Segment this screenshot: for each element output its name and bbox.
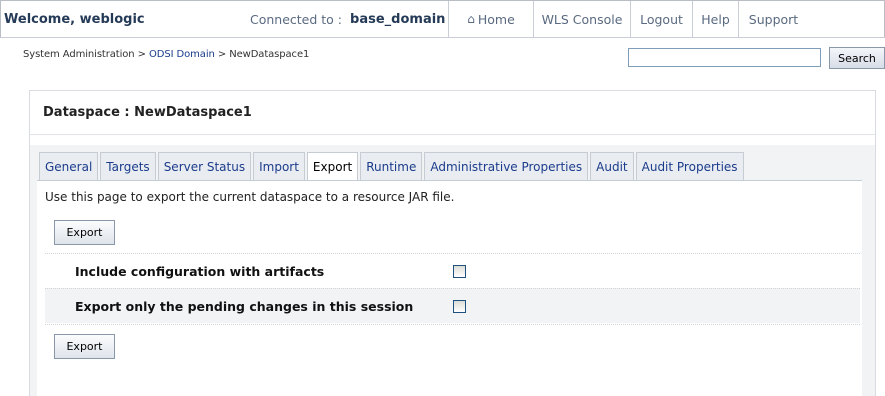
breadcrumb-current: NewDataspace1 (229, 49, 310, 60)
pending-changes-label: Export only the pending changes in this … (75, 298, 414, 314)
tab-targets[interactable]: Targets (100, 152, 156, 180)
dataspace-panel: Dataspace : NewDataspace1 General Target… (29, 90, 876, 396)
tab-audit[interactable]: Audit (590, 152, 634, 180)
tab-general[interactable]: General (39, 152, 99, 180)
option-divider (45, 324, 860, 325)
tab-import[interactable]: Import (253, 152, 305, 180)
breadcrumb-system-administration: System Administration (23, 49, 135, 60)
breadcrumb-separator: > (214, 49, 230, 60)
logout-label: Logout (640, 11, 683, 27)
include-configuration-label: Include configuration with artifacts (75, 263, 325, 279)
help-link[interactable]: Help (692, 1, 738, 37)
search-input[interactable] (628, 48, 821, 67)
tab-bar: General Targets Server Status Import Exp… (39, 152, 746, 181)
top-bar: Welcome, weblogic Connected to : base_do… (0, 0, 885, 38)
page-title: Dataspace : NewDataspace1 (30, 91, 875, 135)
tab-export[interactable]: Export (306, 152, 359, 181)
tab-audit-properties[interactable]: Audit Properties (635, 152, 744, 180)
tab-administrative-properties[interactable]: Administrative Properties (424, 152, 589, 180)
wls-console-label: WLS Console (541, 11, 623, 27)
breadcrumb: System Administration > ODSI Domain > Ne… (23, 49, 309, 60)
top-nav: ⌂ Home WLS Console Logout Help Support (448, 1, 808, 37)
domain-name: base_domain (350, 11, 446, 27)
option-row-include-configuration: Include configuration with artifacts (45, 253, 860, 288)
export-tab-content: Use this page to export the current data… (37, 180, 862, 396)
home-icon: ⌂ (467, 12, 475, 26)
logout-link[interactable]: Logout (630, 1, 692, 37)
include-configuration-checkbox[interactable] (453, 264, 466, 278)
breadcrumb-separator: > (134, 49, 149, 60)
tab-runtime[interactable]: Runtime (360, 152, 423, 180)
export-button-bottom[interactable]: Export (54, 334, 115, 359)
export-button-top[interactable]: Export (54, 220, 115, 245)
connection-status: Connected to : base_domain (228, 1, 448, 37)
help-label: Help (701, 11, 730, 27)
connected-label: Connected to : (250, 11, 343, 27)
welcome-text: Welcome, weblogic (4, 11, 145, 27)
breadcrumb-odsi-domain-link[interactable]: ODSI Domain (149, 49, 215, 60)
tab-server-status[interactable]: Server Status (157, 152, 252, 180)
page-description: Use this page to export the current data… (45, 190, 455, 204)
support-label: Support (748, 11, 799, 27)
pending-changes-checkbox[interactable] (453, 299, 466, 313)
wls-console-link[interactable]: WLS Console (533, 1, 630, 37)
home-link-label: Home (477, 11, 515, 27)
option-row-pending-changes: Export only the pending changes in this … (45, 288, 860, 323)
search-button[interactable]: Search (829, 47, 885, 69)
tabs-area: General Targets Server Status Import Exp… (30, 145, 875, 396)
home-link[interactable]: ⌂ Home (448, 1, 533, 37)
support-link[interactable]: Support (738, 1, 808, 37)
